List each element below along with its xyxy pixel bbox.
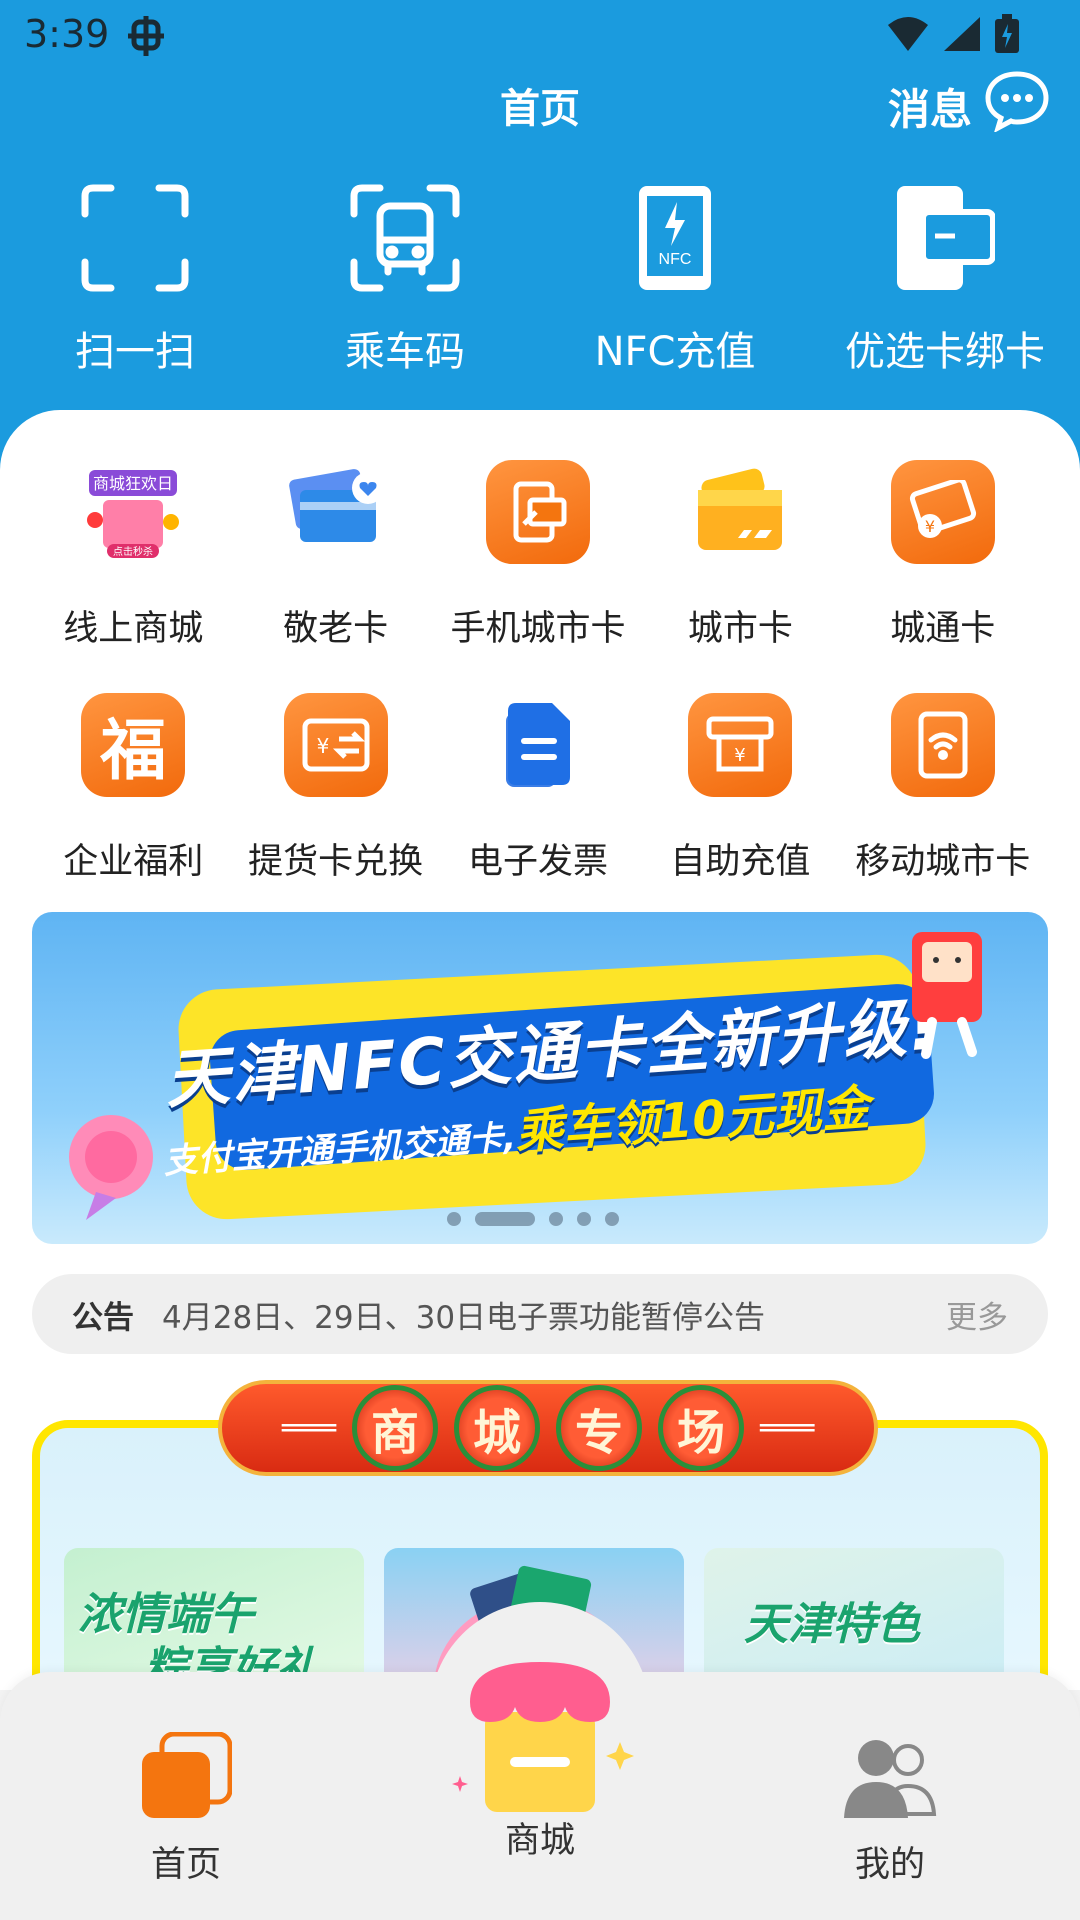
bus-code-icon [345, 180, 465, 295]
messages-button[interactable]: 消息 [888, 70, 1050, 142]
nfc-icon-text: NFC [659, 251, 692, 268]
yen-glyph: ¥ [735, 745, 746, 766]
tab-home-label: 首页 [150, 1845, 221, 1885]
tab-mall-label: 商城 [504, 1821, 575, 1861]
city-card-icon [688, 460, 792, 564]
battery-icon [994, 14, 1020, 58]
quick-action-bind-card[interactable]: 优选卡绑卡 [810, 180, 1080, 377]
service-label: 线上商城 [63, 609, 204, 649]
page-dot-active[interactable] [475, 1212, 535, 1226]
mall-title-char: 城 [454, 1385, 540, 1471]
bind-card-icon [885, 180, 1005, 295]
e-invoice-icon [486, 693, 590, 797]
service-enterprise-welfare[interactable]: 福 企业福利 [32, 693, 234, 884]
notice-more-link[interactable]: 更多 [946, 1292, 1008, 1337]
notice-text[interactable]: 4月28日、29日、30日电子票功能暂停公告 [162, 1292, 946, 1337]
yen-glyph: ¥ [925, 517, 935, 536]
fu-glyph: 福 [100, 711, 167, 789]
senior-card-icon [284, 460, 388, 564]
mobile-city-card-icon [485, 460, 590, 564]
yen-glyph: ¥ [316, 734, 329, 758]
quick-action-scan[interactable]: 扫一扫 [0, 180, 270, 377]
service-label: 电子发票 [467, 842, 608, 882]
mall-card-line-1: 天津特色 [744, 1599, 920, 1650]
page-dot[interactable] [447, 1212, 461, 1226]
shop-tab-icon [440, 1642, 640, 1836]
quick-action-label: 扫一扫 [75, 329, 195, 375]
service-label: 敬老卡 [283, 609, 389, 649]
banner-pagination [447, 1212, 619, 1226]
voucher-exchange-icon: ¥ [283, 693, 388, 797]
tab-mine[interactable]: 我的 [842, 1732, 938, 1887]
user-tab-icon [842, 1732, 938, 1824]
quick-action-bus-code[interactable]: 乘车码 [270, 180, 540, 377]
tab-mine-label: 我的 [854, 1845, 925, 1885]
mall-title-decoration: ═══ [760, 1410, 815, 1446]
quick-action-nfc-recharge[interactable]: NFC NFC充值 [540, 180, 810, 377]
quick-action-label: 乘车码 [345, 329, 465, 375]
messages-label: 消息 [887, 84, 972, 134]
page-dot[interactable] [577, 1212, 591, 1226]
wifi-icon [886, 15, 930, 57]
enterprise-welfare-icon: 福 [81, 693, 186, 797]
pig-mascot-icon [56, 1102, 166, 1226]
service-label: 手机城市卡 [450, 609, 626, 649]
header: 3:39 首页 消息 扫一扫 乘车码 NFC NFC充值 优选卡绑卡 [0, 0, 1080, 470]
service-chengtong-card[interactable]: ¥ 城通卡 [842, 460, 1044, 651]
mobile-wireless-card-icon [890, 693, 995, 797]
status-icons [886, 14, 1020, 58]
chengtong-card-icon: ¥ [890, 460, 995, 564]
quick-actions: 扫一扫 乘车码 NFC NFC充值 优选卡绑卡 [0, 180, 1080, 377]
quick-action-label: NFC充值 [594, 329, 756, 375]
mall-section-title: ═══ 商 城 专 场 ═══ [218, 1380, 878, 1476]
nfc-phone-icon: NFC [615, 180, 735, 295]
page-dot[interactable] [605, 1212, 619, 1226]
status-time: 3:39 [24, 12, 110, 56]
red-packet-mascot-icon [892, 922, 1002, 1066]
tab-home[interactable]: 首页 [140, 1731, 233, 1887]
bottom-tab-bar: 首页 商城 我的 [0, 1602, 1080, 1920]
service-online-mall[interactable]: 商城狂欢日 点击秒杀 线上商城 [32, 460, 234, 651]
service-label: 企业福利 [63, 842, 204, 882]
self-recharge-icon: ¥ [688, 693, 793, 797]
service-label: 提货卡兑换 [248, 842, 424, 882]
mall-title-char: 场 [658, 1385, 744, 1471]
service-self-recharge[interactable]: ¥ 自助充值 [639, 693, 841, 884]
service-label: 自助充值 [670, 842, 811, 882]
notice-bar[interactable]: 公告 4月28日、29日、30日电子票功能暂停公告 更多 [32, 1274, 1048, 1354]
service-city-card[interactable]: 城市卡 [639, 460, 841, 651]
service-voucher-exchange[interactable]: ¥ 提货卡兑换 [234, 693, 436, 884]
content-card: 商城狂欢日 点击秒杀 线上商城 敬老卡 手机城市卡 城市卡 ¥ 城通卡 福 企业… [0, 410, 1080, 1728]
quick-action-label: 优选卡绑卡 [845, 329, 1045, 375]
notice-tag: 公告 [72, 1299, 134, 1336]
service-grid: 商城狂欢日 点击秒杀 线上商城 敬老卡 手机城市卡 城市卡 ¥ 城通卡 福 企业… [32, 460, 1044, 884]
mall-title-decoration: ═══ [281, 1410, 336, 1446]
service-label: 城市卡 [687, 609, 793, 649]
chat-bubble-icon [984, 70, 1050, 142]
promo-banner[interactable]: 天津NFC交通卡全新升级! 支付宝开通手机交通卡,乘车领10元现金 [32, 912, 1048, 1244]
status-bar: 3:39 [0, 0, 1080, 72]
service-senior-card[interactable]: 敬老卡 [234, 460, 436, 651]
scan-icon [75, 180, 195, 295]
service-e-invoice[interactable]: 电子发票 [437, 693, 639, 884]
service-label: 城通卡 [890, 609, 996, 649]
service-mobile-city-card[interactable]: 手机城市卡 [437, 460, 639, 651]
home-tab-icon [140, 1731, 233, 1824]
service-label: 移动城市卡 [855, 842, 1031, 882]
notification-bug-icon [124, 14, 168, 62]
mall-title-char: 专 [556, 1385, 642, 1471]
online-mall-badge-2: 点击秒杀 [113, 545, 153, 558]
tab-mall[interactable]: 商城 [440, 1642, 640, 1863]
online-mall-badge: 商城狂欢日 [93, 474, 173, 493]
mall-title-char: 商 [352, 1385, 438, 1471]
page-dot[interactable] [549, 1212, 563, 1226]
signal-icon [942, 15, 982, 57]
online-mall-icon: 商城狂欢日 点击秒杀 [81, 460, 185, 564]
service-mobile-wireless-card[interactable]: 移动城市卡 [842, 693, 1044, 884]
